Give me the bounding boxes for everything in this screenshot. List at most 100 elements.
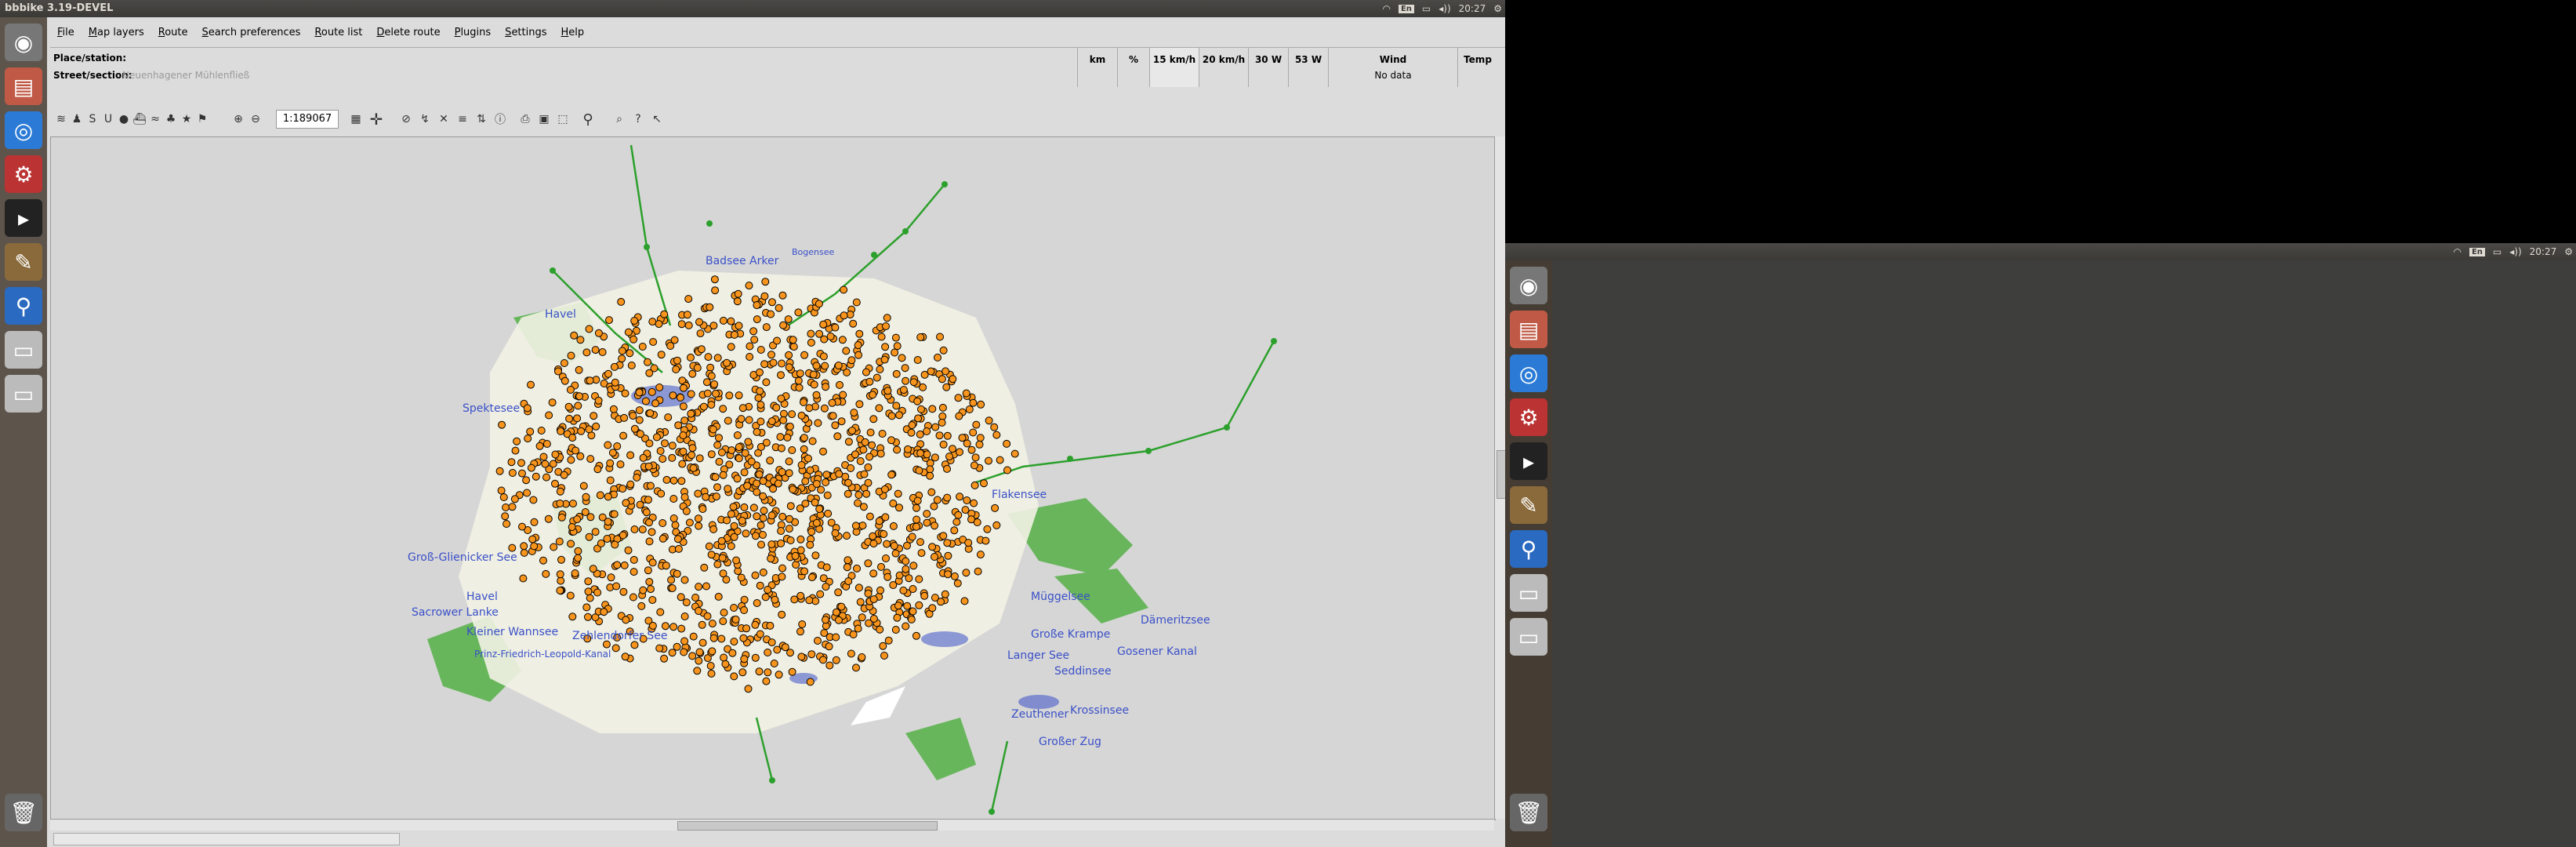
dash-icon[interactable]: ◉ [5,24,42,61]
layer-ferry-icon[interactable]: ⛴ [132,111,147,127]
terminal-icon[interactable]: ▸ [5,199,42,237]
print-icon[interactable]: ⎙ [517,111,533,127]
drive-icon[interactable]: ▭ [5,331,42,369]
files-icon[interactable]: ▤ [5,67,42,105]
menu-search-preferences[interactable]: Search preferences [195,22,308,44]
map-label: Krossinsee [1070,704,1129,717]
route-point [823,491,832,500]
help-icon[interactable]: ? [630,111,646,127]
menu-help[interactable]: Help [554,22,592,44]
col-power-53[interactable]: 53 W [1288,48,1328,87]
drive-icon-2[interactable]: ▭ [1510,618,1547,656]
export-icon[interactable]: ⬚ [555,111,571,127]
search-icon[interactable]: ⌕ [611,111,627,127]
sort-icon[interactable]: ⇅ [473,111,489,127]
layer-rail-icon[interactable]: ● [116,111,132,127]
route-point [796,369,804,378]
gimp-icon[interactable]: ✎ [5,243,42,281]
menu-plugins[interactable]: Plugins [448,22,499,44]
wifi-icon[interactable]: ◠ [1382,3,1390,14]
no-route-icon[interactable]: ⊘ [398,111,414,127]
settings-icon[interactable]: ⚙ [1510,398,1547,436]
horizontal-scrollbar-thumb[interactable] [677,821,938,831]
chrome-icon[interactable]: ◎ [1510,354,1547,392]
vertical-scrollbar-thumb[interactable] [1497,450,1505,499]
menu-route-list[interactable]: Route list [307,22,369,44]
gear-icon[interactable]: ⚙ [2564,246,2573,257]
wifi-icon[interactable]: ◠ [2453,246,2461,257]
layer-road-icon[interactable]: ≋ [53,111,69,127]
chrome-icon[interactable]: ◎ [5,111,42,149]
keyboard-layout-indicator[interactable]: En [1398,4,1414,13]
layer-flag-icon[interactable]: ⚑ [194,111,210,127]
volume-icon[interactable]: ◂)) [1439,3,1450,14]
scale-lock-icon[interactable]: ▦ [348,111,364,127]
route-point [746,353,754,361]
gimp-icon[interactable]: ✎ [1510,486,1547,524]
route-point [522,476,531,485]
pointer-icon[interactable]: ↖ [649,111,665,127]
route-point [657,351,666,359]
route-point [975,440,984,449]
clock[interactable]: 20:27 [2530,246,2557,257]
col-speed-15[interactable]: 15 km/h [1149,48,1199,87]
clock[interactable]: 20:27 [1459,3,1486,14]
move-icon[interactable]: ✛ [368,110,384,129]
route-point [679,431,688,440]
horizontal-scrollbar[interactable] [50,819,1494,831]
edit-route-icon[interactable]: ↯ [417,111,433,127]
route-point [575,392,584,401]
vertical-scrollbar[interactable] [1494,136,1505,819]
col-speed-20[interactable]: 20 km/h [1199,48,1248,87]
route-point [898,354,906,362]
layer-poi-icon[interactable]: ★ [179,111,194,127]
volume-icon[interactable]: ◂)) [2509,246,2521,257]
layer-parks-icon[interactable]: ♣ [163,111,179,127]
bbbike-icon[interactable]: ⚲ [5,287,42,325]
layer-cycle-icon[interactable]: ♟ [69,111,85,127]
trash-icon[interactable]: 🗑 [5,794,42,831]
menu-delete-route[interactable]: Delete route [369,22,447,44]
route-point [712,493,720,501]
drive-icon-2[interactable]: ▭ [5,375,42,413]
bbbike-icon[interactable]: ⚲ [1510,530,1547,568]
menu-file[interactable]: File [50,22,82,44]
col-power-30[interactable]: 30 W [1248,48,1288,87]
zoom-out-icon[interactable]: ⊖ [248,111,263,127]
drive-icon[interactable]: ▭ [1510,574,1547,612]
trash-icon[interactable]: 🗑 [1510,794,1547,831]
route-point [847,649,855,658]
save-icon[interactable]: ▣ [536,111,552,127]
route-point [518,522,526,531]
battery-icon[interactable]: ▭ [1422,3,1431,14]
route-point [557,427,565,435]
route-point [895,503,903,512]
route-point [779,321,788,329]
battery-icon[interactable]: ▭ [2493,246,2502,257]
route-point [905,574,913,583]
gear-icon[interactable]: ⚙ [1493,3,1502,14]
route-point [785,525,793,533]
map-canvas[interactable]: Badsee Arker Bogensee Havel Spektesee Gr… [50,136,1496,820]
delete-icon[interactable]: ✕ [436,111,452,127]
terminal-icon[interactable]: ▸ [1510,442,1547,480]
list-icon[interactable]: ≡ [455,111,470,127]
menu-route[interactable]: Route [151,22,195,44]
layer-water-icon[interactable]: ≈ [147,111,163,127]
layer-ubahn-icon[interactable]: U [100,111,116,127]
dash-icon[interactable]: ◉ [1510,267,1547,304]
keyboard-layout-indicator[interactable]: En [2469,247,2485,256]
zoom-in-icon[interactable]: ⊕ [230,111,246,127]
files-icon[interactable]: ▤ [1510,311,1547,348]
layer-sbahn-icon[interactable]: S [85,111,100,127]
menu-settings[interactable]: Settings [498,22,553,44]
menu-map-layers[interactable]: Map layers [82,22,151,44]
route-point [620,561,629,569]
settings-icon[interactable]: ⚙ [5,155,42,193]
info-icon[interactable]: ⓘ [492,111,508,127]
bicycle-icon[interactable]: ⚲ [580,111,596,128]
scale-field[interactable]: 1:189067 [276,110,339,129]
route-point [777,444,785,453]
route-point [584,577,593,586]
route-point [707,450,716,459]
